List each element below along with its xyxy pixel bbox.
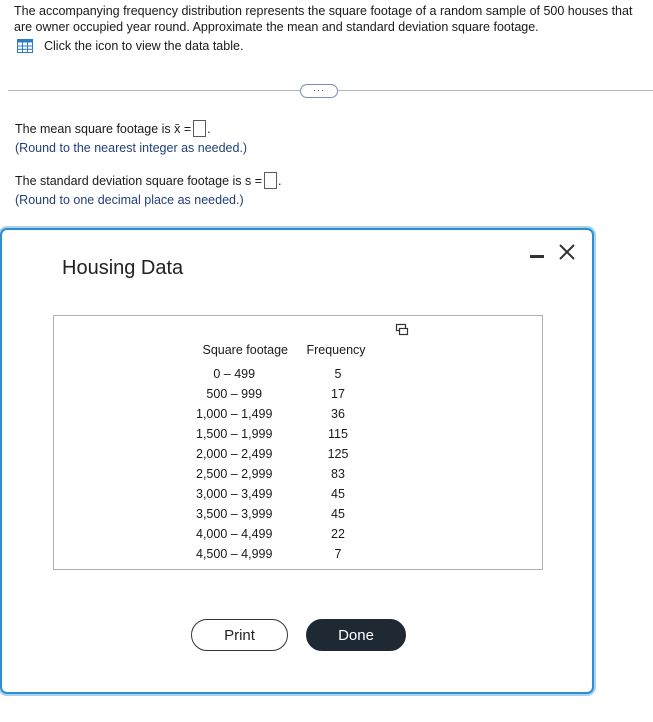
stdev-hint: (Round to one decimal place as needed.) bbox=[15, 193, 244, 207]
view-data-table-link[interactable]: Click the icon to view the data table. bbox=[17, 39, 243, 53]
mean-input[interactable] bbox=[193, 120, 207, 137]
table-row: 0 – 499 5 bbox=[192, 364, 374, 384]
frequency-table: Square footage Frequency 0 – 499 5 500 –… bbox=[192, 342, 374, 564]
table-row: 4,500 – 4,999 7 bbox=[192, 544, 374, 564]
close-icon[interactable] bbox=[556, 241, 578, 263]
header-frequency: Frequency bbox=[306, 343, 366, 357]
range-cell: 4,000 – 4,499 bbox=[196, 527, 273, 541]
table-row: 1,500 – 1,999 115 bbox=[192, 424, 374, 444]
table-row: 500 – 999 17 bbox=[192, 384, 374, 404]
frequency-cell: 125 bbox=[327, 447, 349, 461]
expand-button[interactable]: ··· bbox=[300, 84, 338, 98]
range-cell: 4,500 – 4,999 bbox=[196, 547, 273, 561]
minimize-icon[interactable] bbox=[530, 255, 544, 258]
range-cell: 3,500 – 3,999 bbox=[196, 507, 273, 521]
mean-hint: (Round to the nearest integer as needed.… bbox=[15, 141, 248, 155]
table-row: 1,000 – 1,499 36 bbox=[192, 404, 374, 424]
housing-data-dialog: Housing Data Square footage Frequency 0 … bbox=[0, 228, 594, 694]
frequency-cell: 115 bbox=[328, 427, 348, 441]
stdev-period: . bbox=[278, 173, 282, 188]
range-cell: 3,000 – 3,499 bbox=[196, 487, 273, 501]
question-text: The accompanying frequency distribution … bbox=[14, 4, 633, 34]
frequency-cell: 36 bbox=[331, 407, 345, 421]
table-icon[interactable] bbox=[17, 39, 33, 53]
frequency-cell: 7 bbox=[334, 547, 342, 561]
stdev-answer-line: The standard deviation square footage is… bbox=[15, 172, 282, 189]
frequency-cell: 22 bbox=[331, 527, 345, 541]
header-square-footage: Square footage bbox=[202, 343, 288, 357]
stdev-input[interactable] bbox=[264, 172, 278, 189]
stdev-prompt: The standard deviation square footage is… bbox=[15, 173, 263, 188]
mean-answer-line: The mean square footage is x̄ = . bbox=[15, 120, 211, 137]
print-button[interactable]: Print bbox=[191, 619, 288, 651]
range-cell: 2,000 – 2,499 bbox=[196, 447, 273, 461]
frequency-cell: 17 bbox=[331, 387, 345, 401]
table-row: 2,000 – 2,499 125 bbox=[192, 444, 374, 464]
table-row: 3,000 – 3,499 45 bbox=[192, 484, 374, 504]
table-row: 4,000 – 4,499 22 bbox=[192, 524, 374, 544]
data-link-label[interactable]: Click the icon to view the data table. bbox=[44, 39, 243, 53]
frequency-cell: 45 bbox=[331, 507, 345, 521]
frequency-cell: 83 bbox=[331, 467, 345, 481]
range-cell: 1,000 – 1,499 bbox=[196, 407, 273, 421]
range-cell: 500 – 999 bbox=[206, 387, 263, 401]
data-table-panel: Square footage Frequency 0 – 499 5 500 –… bbox=[53, 315, 543, 570]
range-cell: 2,500 – 2,999 bbox=[196, 467, 273, 481]
mean-prompt: The mean square footage is x̄ = bbox=[15, 121, 192, 136]
table-row: 2,500 – 2,999 83 bbox=[192, 464, 374, 484]
copy-icon[interactable] bbox=[395, 323, 409, 337]
mean-period: . bbox=[207, 121, 211, 136]
done-button[interactable]: Done bbox=[306, 619, 406, 651]
frequency-cell: 5 bbox=[334, 367, 342, 381]
table-row: 3,500 – 3,999 45 bbox=[192, 504, 374, 524]
frequency-cell: 45 bbox=[331, 487, 345, 501]
dialog-title: Housing Data bbox=[62, 257, 184, 279]
range-cell: 0 – 499 bbox=[213, 367, 256, 381]
range-cell: 1,500 – 1,999 bbox=[196, 427, 273, 441]
